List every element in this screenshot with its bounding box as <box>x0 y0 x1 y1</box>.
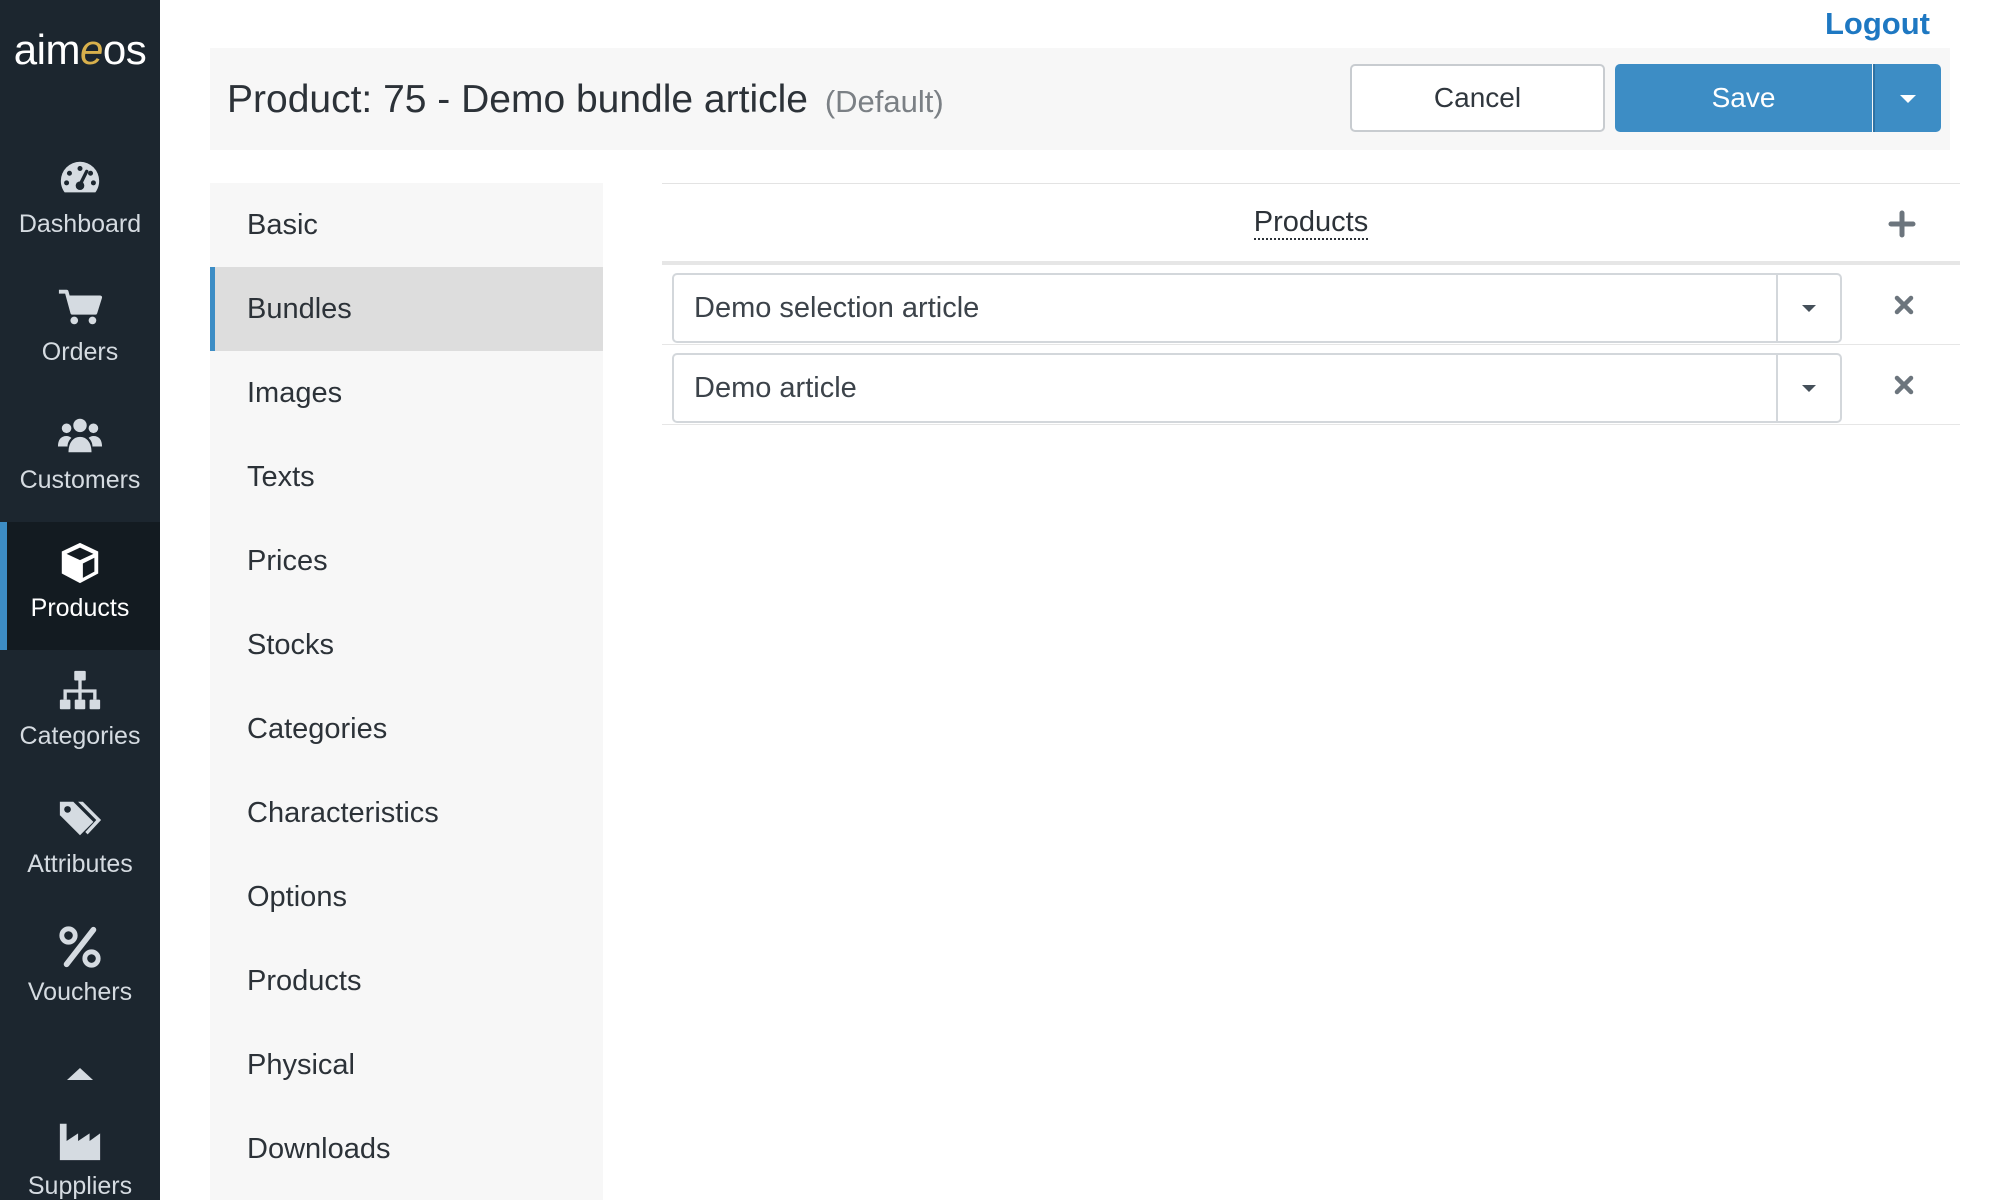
industry-icon <box>59 1123 101 1161</box>
nav-item-attributes[interactable]: Attributes <box>0 778 160 906</box>
nav-label: Dashboard <box>18 210 142 238</box>
users-icon <box>57 418 103 453</box>
nav-label: Vouchers <box>27 978 133 1006</box>
save-options-toggle[interactable] <box>1873 64 1941 132</box>
tab-bundles[interactable]: Bundles <box>210 267 603 351</box>
caret-down-icon <box>1802 304 1816 312</box>
chevron-up-icon[interactable] <box>63 1063 97 1085</box>
main-navigation: aimeos Dashboard Orders Customers Produc… <box>0 0 160 1200</box>
caret-down-icon <box>1900 94 1916 103</box>
product-select-toggle[interactable] <box>1776 355 1840 421</box>
tab-basic[interactable]: Basic <box>210 183 603 267</box>
item-header: Product: 75 - Demo bundle article (Defau… <box>210 48 1950 150</box>
bundle-products-title: Products <box>662 206 1960 240</box>
bundle-products-title-text: Products <box>1253 206 1369 240</box>
logo-text-start: aim <box>13 26 81 73</box>
nav-label: Categories <box>19 722 141 750</box>
nav-item-orders[interactable]: Orders <box>0 266 160 394</box>
tab-categories[interactable]: Categories <box>210 687 603 771</box>
cube-icon <box>61 542 99 584</box>
product-select-value: Demo selection article <box>694 292 980 324</box>
page-title-text: Product: 75 - Demo bundle article <box>227 78 808 121</box>
bundle-products-header: Products <box>662 183 1960 265</box>
logo-text-accent: e <box>79 26 103 73</box>
tab-downloads[interactable]: Downloads <box>210 1107 603 1191</box>
nav-label: Orders <box>41 338 119 366</box>
nav-item-customers[interactable]: Customers <box>0 394 160 522</box>
tab-texts[interactable]: Texts <box>210 435 603 519</box>
save-button[interactable]: Save <box>1615 64 1872 132</box>
section-tabs: Basic Bundles Images Texts Prices Stocks… <box>210 183 603 1200</box>
product-select-value: Demo article <box>694 372 857 404</box>
logout-link[interactable]: Logout <box>1825 6 1930 42</box>
nav-item-products[interactable]: Products <box>0 522 160 650</box>
product-select-toggle[interactable] <box>1776 275 1840 341</box>
tab-options[interactable]: Options <box>210 855 603 939</box>
cancel-button[interactable]: Cancel <box>1350 64 1605 132</box>
close-icon[interactable] <box>1890 371 1918 399</box>
aimeos-logo[interactable]: aimeos <box>0 26 160 74</box>
product-select[interactable]: Demo article <box>672 353 1842 423</box>
tab-physical[interactable]: Physical <box>210 1023 603 1107</box>
plus-icon[interactable] <box>1884 206 1920 242</box>
nav-label: Attributes <box>27 850 133 878</box>
dashboard-icon <box>60 161 100 193</box>
tab-prices[interactable]: Prices <box>210 519 603 603</box>
page-subtitle: (Default) <box>824 84 944 119</box>
product-select[interactable]: Demo selection article <box>672 273 1842 343</box>
nav-item-suppliers[interactable]: Suppliers <box>0 1100 160 1200</box>
tab-products[interactable]: Products <box>210 939 603 1023</box>
tab-images[interactable]: Images <box>210 351 603 435</box>
cart-icon <box>58 289 103 325</box>
nav-item-categories[interactable]: Categories <box>0 650 160 778</box>
nav-item-vouchers[interactable]: Vouchers <box>0 906 160 1034</box>
nav-label: Products <box>30 594 130 622</box>
nav-label: Suppliers <box>27 1172 133 1200</box>
nav-label: Customers <box>19 466 141 494</box>
bundle-product-row: Demo article <box>662 345 1960 425</box>
nav-item-dashboard[interactable]: Dashboard <box>0 138 160 266</box>
sitemap-icon <box>59 670 101 710</box>
logo-text-end: os <box>102 26 147 73</box>
tags-icon <box>59 801 102 836</box>
tab-stocks[interactable]: Stocks <box>210 603 603 687</box>
percent-icon <box>59 926 101 968</box>
tab-characteristics[interactable]: Characteristics <box>210 771 603 855</box>
caret-down-icon <box>1802 384 1816 392</box>
close-icon[interactable] <box>1890 291 1918 319</box>
bundle-product-row: Demo selection article <box>662 265 1960 345</box>
page-title: Product: 75 - Demo bundle article (Defau… <box>227 78 944 122</box>
